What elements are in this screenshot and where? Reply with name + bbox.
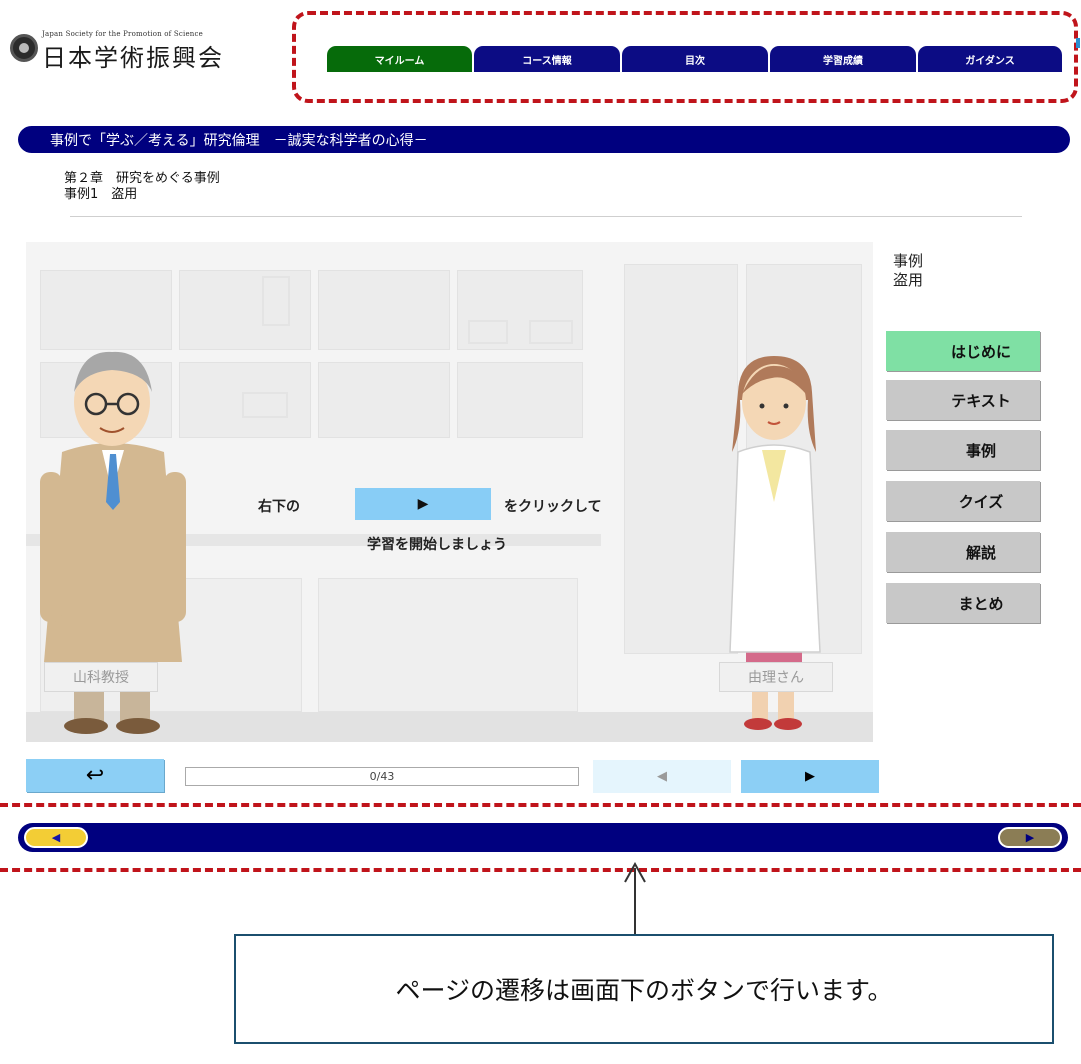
divider <box>70 216 1022 217</box>
prev-page-icon: ◀ <box>51 831 61 844</box>
lab-shelf <box>318 362 450 438</box>
prev-step-button[interactable]: ◀ <box>593 760 731 793</box>
jsps-seal-icon <box>10 34 38 62</box>
lab-shelf <box>457 362 583 438</box>
lab-shelf <box>179 270 311 350</box>
instruction-line2: 学習を開始しましょう <box>367 537 507 553</box>
lesson-stage: 山科教授 由理さん 右下の ▶ をクリックして 学習を開始しましょう <box>26 242 873 742</box>
course-title-bar: 事例で「学ぶ／考える」研究倫理 －誠実な科学者の心得－ <box>18 126 1070 153</box>
binders <box>262 276 290 326</box>
return-button[interactable]: ↩ <box>26 759 164 792</box>
beaker-rack <box>529 320 573 344</box>
menu-text[interactable]: テキスト <box>886 380 1040 420</box>
bottom-highlight-top-edge <box>0 803 1081 807</box>
page-progress: 0/43 <box>185 767 579 786</box>
next-step-button[interactable]: ▶ <box>741 760 879 793</box>
menu-quiz[interactable]: クイズ <box>886 481 1040 521</box>
lab-drawers <box>318 578 578 712</box>
nav-edge-marker <box>1076 38 1080 48</box>
callout-arrow-icon <box>624 862 646 883</box>
next-page-button[interactable]: ▶ <box>998 827 1062 848</box>
tab-course-info[interactable]: コース情報 <box>474 46 620 72</box>
professor-name-tag: 山科教授 <box>44 662 158 692</box>
menu-case[interactable]: 事例 <box>886 430 1040 470</box>
next-page-icon: ▶ <box>1025 831 1035 844</box>
top-nav: マイルーム コース情報 目次 学習成績 ガイダンス <box>327 46 1064 72</box>
triangle-right-icon: ▶ <box>805 769 815 784</box>
chapter-label: 第２章 研究をめぐる事例 <box>64 171 220 186</box>
logo-subtitle: Japan Society for the Promotion of Scien… <box>42 30 203 38</box>
case-heading-line1: 事例 <box>893 252 924 270</box>
logo-title: 日本学術振興会 <box>42 44 224 72</box>
prev-page-button[interactable]: ◀ <box>24 827 88 848</box>
return-arrow-icon: ↩ <box>85 763 105 788</box>
instruction-play-button-sample: ▶ <box>355 488 491 520</box>
lab-shelf <box>318 270 450 350</box>
tab-contents[interactable]: 目次 <box>622 46 768 72</box>
triangle-left-icon: ◀ <box>657 769 667 784</box>
tab-grades[interactable]: 学習成績 <box>770 46 916 72</box>
case-label: 事例1 盗用 <box>64 187 138 202</box>
student-name-tag: 由理さん <box>719 662 833 692</box>
menu-summary[interactable]: まとめ <box>886 583 1040 623</box>
callout-box: ページの遷移は画面下のボタンで行います。 <box>234 934 1054 1044</box>
bottom-highlight-bottom-edge <box>0 868 1081 872</box>
beaker-rack <box>468 320 508 344</box>
chapter-heading: 第２章 研究をめぐる事例 事例1 盗用 <box>64 171 220 203</box>
instruction-suffix: をクリックして <box>504 499 602 515</box>
tab-guidance[interactable]: ガイダンス <box>918 46 1062 72</box>
play-icon: ▶ <box>417 496 429 512</box>
beaker-rack <box>242 392 288 418</box>
case-heading-line2: 盗用 <box>893 271 924 289</box>
lab-shelf <box>40 270 172 350</box>
instruction-prefix: 右下の <box>258 499 300 515</box>
jsps-logo: Japan Society for the Promotion of Scien… <box>8 22 278 72</box>
tab-myroom[interactable]: マイルーム <box>327 46 472 72</box>
case-heading: 事例 盗用 <box>893 252 923 290</box>
page-nav-bar: ◀ ▶ <box>18 823 1068 852</box>
menu-commentary[interactable]: 解説 <box>886 532 1040 572</box>
menu-introduction[interactable]: はじめに <box>886 331 1040 371</box>
